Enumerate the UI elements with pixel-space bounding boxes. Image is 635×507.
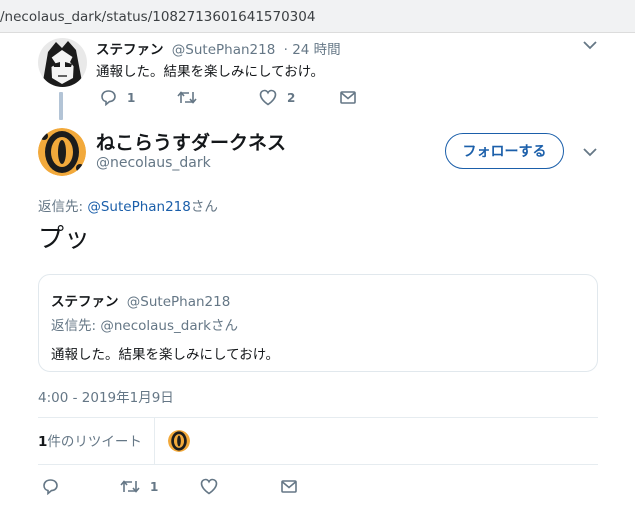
divider bbox=[154, 418, 155, 464]
retweet-count: 1 bbox=[150, 479, 159, 494]
quoted-header: ステファン @SutePhan218 bbox=[51, 290, 230, 310]
parent-like-count: 2 bbox=[287, 90, 296, 105]
quoted-text: 通報した。結果を楽しみにしておけ。 bbox=[51, 347, 280, 363]
parent-time[interactable]: · 24 時間 bbox=[284, 42, 341, 58]
tweet-text: プッ bbox=[38, 224, 91, 254]
browser-url-bar[interactable]: /necolaus_dark/status/108271360164157030… bbox=[0, 0, 635, 33]
parent-like-button[interactable]: 2 bbox=[259, 89, 295, 106]
retweet-button[interactable]: 1 bbox=[120, 478, 158, 495]
like-icon bbox=[200, 478, 218, 495]
parent-reply-count: 1 bbox=[127, 90, 136, 105]
reply-icon bbox=[43, 479, 58, 495]
retweet-stat-label: 件のリツイート bbox=[47, 434, 142, 450]
reply-button[interactable] bbox=[42, 478, 69, 495]
dm-icon bbox=[340, 91, 356, 104]
reply-to-handle[interactable]: @SutePhan218 bbox=[87, 199, 191, 215]
reply-to-suffix: さん bbox=[190, 199, 218, 215]
dm-button[interactable] bbox=[281, 479, 297, 494]
divider bbox=[38, 464, 598, 465]
quoted-tweet-card[interactable]: ステファン @SutePhan218 返信先: @necolaus_darkさん… bbox=[38, 274, 598, 372]
reply-to-line: 返信先: @SutePhan218さん bbox=[38, 195, 218, 215]
parent-retweet-button[interactable] bbox=[177, 89, 207, 106]
retweet-stat-count: 1 bbox=[38, 434, 48, 450]
thread-connector bbox=[59, 92, 63, 120]
chevron-down-icon[interactable] bbox=[583, 147, 597, 157]
author-handle[interactable]: @necolaus_dark bbox=[96, 155, 211, 171]
retweeter-avatar[interactable] bbox=[168, 430, 190, 452]
parent-dm-button[interactable] bbox=[340, 90, 356, 105]
dm-icon bbox=[281, 480, 297, 493]
avatar[interactable] bbox=[38, 128, 86, 176]
parent-display-name[interactable]: ステファン bbox=[96, 42, 164, 58]
retweet-stats[interactable]: 1件のリツイート bbox=[38, 430, 142, 450]
retweet-icon bbox=[120, 480, 140, 493]
chevron-down-icon[interactable] bbox=[583, 40, 597, 50]
quoted-display-name: ステファン bbox=[51, 294, 119, 310]
reply-to-prefix: 返信先: bbox=[38, 199, 88, 215]
follow-button[interactable]: フォローする bbox=[445, 133, 564, 169]
avatar[interactable] bbox=[38, 38, 87, 87]
like-icon bbox=[259, 89, 277, 106]
reply-icon bbox=[101, 90, 116, 106]
like-button[interactable] bbox=[200, 478, 228, 495]
parent-reply-button[interactable]: 1 bbox=[100, 89, 135, 106]
retweet-icon bbox=[177, 91, 197, 104]
url-text[interactable]: /necolaus_dark/status/108271360164157030… bbox=[0, 9, 315, 25]
author-display-name[interactable]: ねこらうすダークネス bbox=[96, 128, 286, 155]
parent-tweet-text: 通報した。結果を楽しみにしておけ。 bbox=[96, 64, 325, 80]
divider bbox=[38, 417, 598, 418]
tweet-timestamp[interactable]: 4:00 - 2019年1月9日 bbox=[38, 386, 174, 406]
quoted-handle: @SutePhan218 bbox=[126, 294, 231, 310]
parent-handle[interactable]: @SutePhan218 bbox=[172, 42, 276, 58]
quoted-reply-to: 返信先: @necolaus_darkさん bbox=[51, 318, 238, 334]
parent-tweet-header: ステファン @SutePhan218 · 24 時間 bbox=[96, 38, 341, 58]
